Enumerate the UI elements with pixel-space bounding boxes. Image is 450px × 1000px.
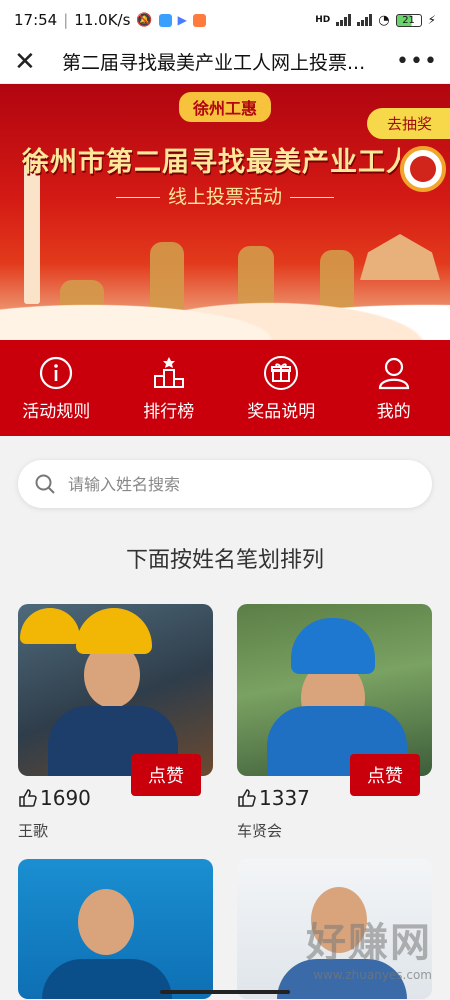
candidate-name: 王歌 — [18, 822, 49, 840]
nav-mine[interactable]: 我的 — [338, 340, 450, 436]
candidate-grid: 点赞 1690 王歌 点赞 1337 车贤会 — [0, 574, 450, 999]
title-bar: ✕ 第二届寻找最美产业工人网上投票... ••• — [0, 40, 450, 84]
search-icon — [34, 473, 56, 495]
candidate-card[interactable]: 点赞 1690 王歌 — [18, 604, 213, 841]
app-notification-icon — [158, 13, 172, 27]
banner-subtitle: 线上投票活动 — [0, 182, 450, 209]
candidate-photo — [18, 604, 213, 776]
candidate-card[interactable] — [18, 859, 213, 999]
cell-signal-icon — [336, 14, 352, 26]
nav-label: 奖品说明 — [247, 401, 316, 422]
function-nav: 活动规则 排行榜 奖品说明 我的 — [0, 340, 450, 436]
info-icon — [38, 355, 74, 391]
candidate-photo — [237, 859, 432, 999]
network-speed: 11.0K/s — [74, 11, 131, 29]
like-button[interactable]: 点赞 — [131, 754, 201, 796]
nav-label: 活动规则 — [22, 401, 91, 422]
mute-bell-icon: 🔕 — [136, 12, 153, 28]
event-banner: 徐州工惠 去抽奖 徐州市第二届寻找最美产业工人评选 线上投票活动 — [0, 84, 450, 340]
nav-prize-info[interactable]: 奖品说明 — [225, 340, 338, 436]
sort-heading: 下面按姓名笔划排列 — [125, 548, 324, 573]
thumbs-up-icon — [18, 788, 38, 808]
home-indicator[interactable] — [160, 990, 290, 994]
battery-level: 21 — [402, 14, 415, 26]
nav-label: 排行榜 — [143, 401, 195, 422]
play-icon: ▶ — [177, 13, 187, 27]
nav-ranking[interactable]: 排行榜 — [113, 340, 226, 436]
user-icon — [376, 355, 412, 391]
cloud-graphic — [0, 270, 450, 340]
more-menu-icon[interactable]: ••• — [396, 49, 437, 74]
charging-icon: ⚡ — [427, 13, 436, 27]
battery-icon: 21 — [395, 13, 422, 27]
status-bar: 17:54 | 11.0K/s 🔕 ▶ HD ◔ 21 ⚡ — [0, 0, 450, 40]
search-input[interactable] — [68, 474, 416, 494]
gift-icon — [263, 355, 299, 391]
search-box — [18, 460, 432, 508]
organizer-badge: 徐州工惠 — [178, 92, 272, 122]
search-section — [0, 436, 450, 508]
banner-headline: 徐州市第二届寻找最美产业工人评选 — [22, 147, 400, 178]
candidate-card[interactable] — [237, 859, 432, 999]
vote-number: 1690 — [40, 786, 91, 810]
vote-number: 1337 — [259, 786, 310, 810]
nav-activity-rules[interactable]: 活动规则 — [0, 340, 113, 436]
like-button[interactable]: 点赞 — [350, 754, 420, 796]
nav-label: 我的 — [376, 401, 411, 422]
hd-label: HD — [315, 15, 331, 25]
wifi-icon: ◔ — [378, 12, 390, 28]
status-time: 17:54 — [14, 11, 58, 29]
candidate-card[interactable]: 点赞 1337 车贤会 — [237, 604, 432, 841]
candidate-name: 车贤会 — [237, 822, 283, 840]
thumbs-up-icon — [237, 788, 257, 808]
candidate-photo — [18, 859, 213, 999]
candidate-photo — [237, 604, 432, 776]
cell-signal-2-icon — [357, 14, 373, 26]
lottery-button[interactable]: 去抽奖 — [366, 108, 450, 139]
shop-app-icon — [192, 13, 206, 27]
page-title: 第二届寻找最美产业工人网上投票... — [62, 52, 366, 74]
close-icon[interactable]: ✕ — [14, 49, 44, 75]
ranking-icon — [151, 355, 187, 391]
